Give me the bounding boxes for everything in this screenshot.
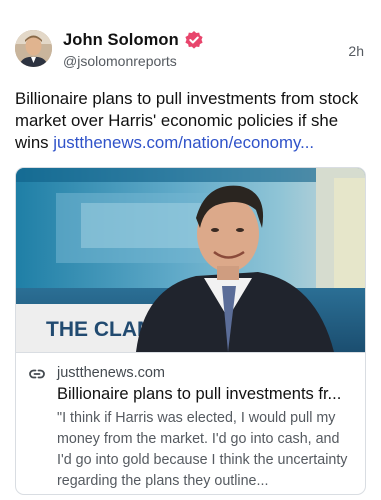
link-preview-domain: justthenews.com (57, 365, 165, 381)
link-icon (28, 365, 46, 383)
avatar[interactable] (15, 30, 52, 67)
link-preview-title[interactable]: Billionaire plans to pull investments fr… (57, 384, 359, 404)
link-preview-card[interactable]: THE CLAM justthenews.com Billionaire pla… (15, 167, 366, 495)
verified-badge-icon (184, 30, 204, 50)
link-preview-image: THE CLAM (16, 168, 365, 352)
link-preview-meta: justthenews.com Billionaire plans to pul… (16, 352, 365, 494)
author-handle[interactable]: @jsolomonreports (63, 53, 177, 69)
post[interactable]: John Solomon @jsolomonreports 2h Billion… (0, 0, 381, 500)
link-preview-description: "I think if Harris was elected, I would … (57, 410, 348, 489)
post-link[interactable]: justthenews.com/nation/economy... (53, 133, 314, 152)
post-body: Billionaire plans to pull investments fr… (15, 88, 370, 154)
author-display-name[interactable]: John Solomon (63, 31, 179, 50)
image-caption-text: THE CLAM (46, 318, 155, 341)
avatar-image (15, 30, 52, 67)
post-timestamp: 2h (348, 43, 364, 59)
author-row: John Solomon (63, 30, 204, 50)
